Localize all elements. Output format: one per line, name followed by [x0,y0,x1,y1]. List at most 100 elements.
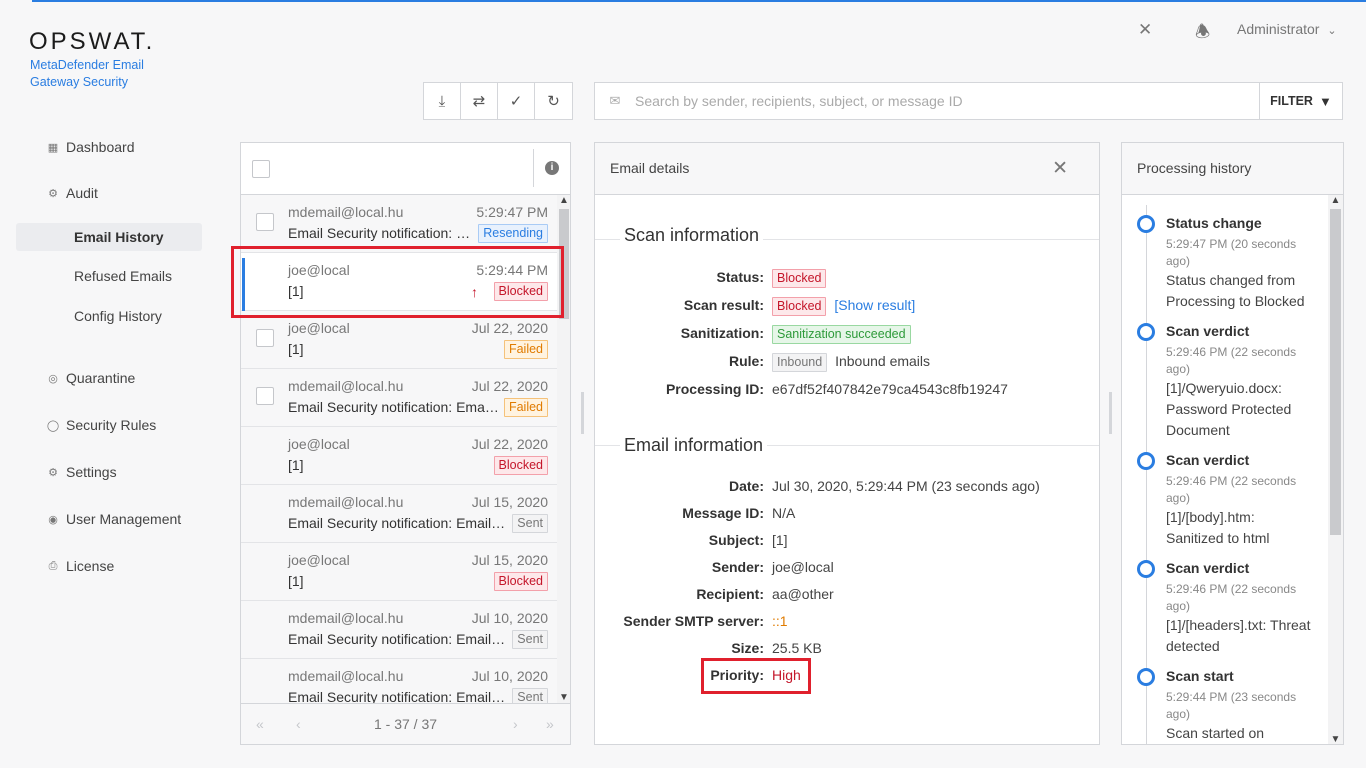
status-badge: Sent [512,630,548,649]
sidebar-item-user-management[interactable]: ◉ User Management [16,504,202,534]
chevron-down-icon: ⌄ [1327,25,1337,37]
details-title: Email details [610,160,690,176]
field-label: Status: [716,269,764,285]
row-time: Jul 22, 2020 [471,436,548,452]
sidebar-item-email-history[interactable]: Email History [16,223,202,251]
row-sender: mdemail@local.hu [288,378,404,394]
timeline-desc: [1]/Qweryuio.docx: Password Protected Do… [1166,380,1292,438]
recipient-value: aa@other [772,586,834,602]
history-scroll-thumb[interactable] [1330,209,1341,535]
row-time: Jul 10, 2020 [471,668,548,684]
field-priority: Priority: High [595,664,1099,686]
user-name: Administrator [1237,21,1320,37]
timeline-title: Scan start [1166,668,1234,684]
last-page-icon[interactable]: » [546,716,554,732]
sidebar-item-config-history[interactable]: Config History [16,301,202,331]
row-checkbox[interactable] [256,387,274,405]
email-toolbar: ⤓ ⇄ ✓ ↻ [423,82,573,120]
field-recipient: Recipient: aa@other [595,583,1099,605]
row-checkbox[interactable] [256,329,274,347]
filter-label: FILTER [1270,94,1313,108]
email-info-heading: Email information [620,435,768,456]
gear-icon: ⚙ [48,466,58,479]
sidebar-item-quarantine[interactable]: ◎ Quarantine [16,363,202,393]
close-icon[interactable]: ✕ [1052,157,1068,180]
timeline-time: 5:29:46 PM (22 seconds ago) [1166,582,1297,613]
resize-handle[interactable] [581,392,584,434]
next-page-icon[interactable]: › [513,716,518,732]
priority-highlight [701,658,811,694]
sidebar-item-settings[interactable]: ⚙ Settings [16,457,202,487]
table-row[interactable]: joe@local Jul 22, 2020 [1] Blocked [241,427,557,485]
resize-handle[interactable] [1109,392,1112,434]
scroll-up-icon[interactable]: ▲ [557,195,570,206]
field-label: Sanitization: [680,325,764,341]
status-badge: Failed [503,340,548,359]
timeline-title: Scan verdict [1166,452,1250,468]
row-sender: mdemail@local.hu [288,204,404,220]
timeline-dot-icon [1137,560,1155,578]
row-time: Jul 22, 2020 [471,378,548,394]
product-name[interactable]: MetaDefender Email Gateway Security [30,57,180,91]
scroll-down-icon[interactable]: ▼ [557,692,570,703]
sidebar-item-dashboard[interactable]: ▦ Dashboard [16,132,202,162]
tools-icon[interactable]: ✕ [1138,20,1152,40]
table-row[interactable]: mdemail@local.hu Jul 22, 2020 Email Secu… [241,369,557,427]
selected-row-highlight [231,246,564,318]
refresh-button[interactable]: ↻ [535,83,572,119]
info-icon[interactable]: i [545,161,559,175]
row-time: Jul 10, 2020 [471,610,548,626]
timeline-time: 5:29:44 PM (23 seconds ago) [1166,690,1297,721]
top-accent-line [32,0,1366,2]
sanitize-button[interactable]: ✓ [498,83,535,119]
processing-id-value: e67df52f407842e79ca4543c8fb19247 [772,381,1008,397]
download-icon: ⤓ [438,92,446,110]
timeline-time: 5:29:46 PM (22 seconds ago) [1166,474,1297,505]
table-row[interactable]: joe@local Jul 15, 2020 [1] Blocked [241,543,557,601]
timeline-title: Scan verdict [1166,323,1250,339]
timeline-dot-icon [1137,215,1155,233]
envelope-icon: ✉ [609,93,621,108]
processing-history-panel: Processing history Status change 5:29:47… [1121,142,1344,745]
opswat-logo: OPSWAT. [29,28,156,55]
row-subject: [1] [288,341,304,357]
status-badge: Failed [503,398,548,417]
reprocess-button[interactable]: ⇄ [461,83,498,119]
filter-button[interactable]: FILTER ▼ [1259,83,1342,119]
email-details-panel: Email details ✕ Scan information Status:… [594,142,1100,745]
download-button[interactable]: ⤓ [424,83,461,119]
subject-value: [1] [772,532,788,548]
table-row[interactable]: mdemail@local.hu Jul 15, 2020 Email Secu… [241,485,557,543]
table-row[interactable]: mdemail@local.hu Jul 10, 2020 Email Secu… [241,601,557,659]
sidebar-item-label: License [66,558,115,574]
table-row[interactable]: mdemail@local.hu Jul 10, 2020 Email Secu… [241,659,557,703]
timeline-desc: Scan started on http://localhost:8008 [1166,725,1265,741]
field-status: Status: Blocked [595,266,1099,288]
field-sanitization: Sanitization: Sanitization succeeded [595,322,1099,344]
history-scrollbar[interactable]: ▲ ▼ [1328,195,1343,744]
field-date: Date: Jul 30, 2020, 5:29:44 PM (23 secon… [595,475,1099,497]
row-checkbox[interactable] [256,213,274,231]
table-row[interactable]: mdemail@local.hu 5:29:47 PM Email Securi… [241,195,557,253]
sidebar-item-label: Security Rules [66,417,157,433]
timeline-time: 5:29:46 PM (22 seconds ago) [1166,345,1297,376]
bell-icon[interactable]: 🕭 [1195,19,1210,48]
show-result-link[interactable]: [Show result] [834,297,915,313]
sidebar-item-label: Email History [74,229,164,245]
sidebar-item-license[interactable]: ⎙ License [16,551,202,581]
search-input[interactable] [635,93,1259,109]
sidebar-item-security-rules[interactable]: ◯ Security Rules [16,410,202,440]
field-label: Sender SMTP server: [623,613,764,629]
row-subject: Email Security notification: Email Secur… [288,631,508,647]
table-row[interactable]: joe@local Jul 22, 2020 [1] Failed [241,311,557,369]
user-menu[interactable]: Administrator ⌄ [1237,21,1337,37]
field-processing-id: Processing ID: e67df52f407842e79ca4543c8… [595,378,1099,400]
select-all-checkbox[interactable] [252,160,270,178]
sidebar-item-refused-emails[interactable]: Refused Emails [16,261,202,291]
sidebar-item-audit[interactable]: ⚙ Audit [16,178,202,208]
status-badge: Sent [512,688,548,703]
email-list-panel: i mdemail@local.hu 5:29:47 PM Email Secu… [240,142,571,745]
scroll-up-icon[interactable]: ▲ [1328,195,1343,206]
timeline-dot-icon [1137,452,1155,470]
scroll-down-icon[interactable]: ▼ [1328,734,1343,744]
